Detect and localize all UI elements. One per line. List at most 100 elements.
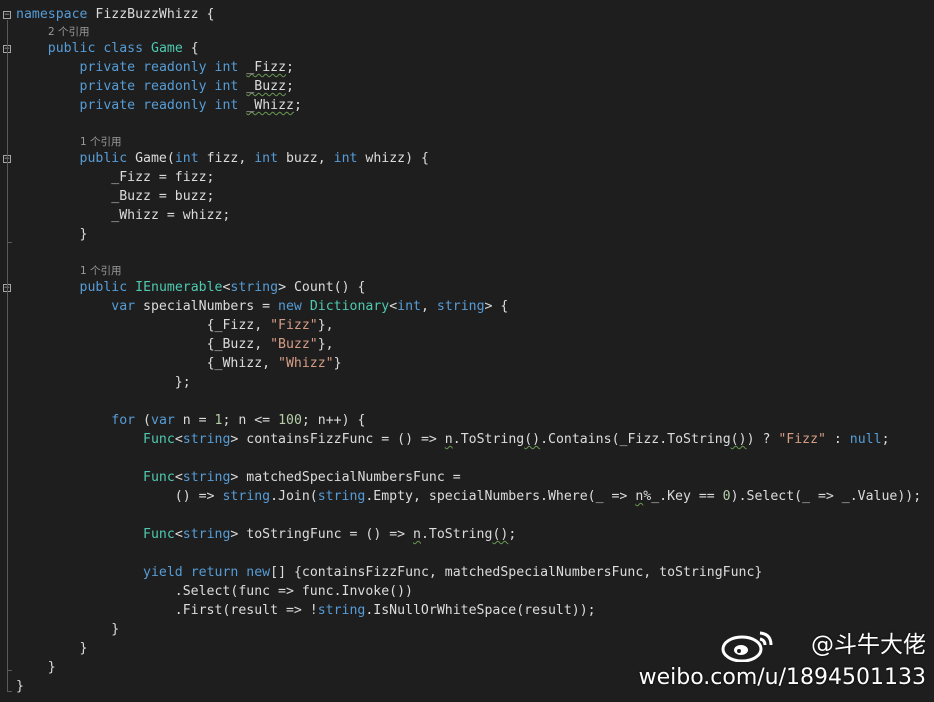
entry-key: {_Whizz, bbox=[206, 356, 279, 371]
keyword-string: string bbox=[317, 603, 366, 618]
keyword-readonly: readonly bbox=[143, 79, 207, 94]
code-lens-references[interactable]: 2 个引用 bbox=[48, 25, 90, 39]
brace: }, bbox=[317, 337, 334, 352]
variable-matched-func: matchedSpecialNumbersFunc = bbox=[238, 470, 461, 485]
code-line-matched-func-decl[interactable]: Func<string> matchedSpecialNumbersFunc = bbox=[16, 468, 461, 487]
keyword-string: string bbox=[182, 432, 231, 447]
code-lens-references[interactable]: 1 个引用 bbox=[80, 135, 122, 149]
brace: } bbox=[47, 660, 56, 675]
code-line-namespace[interactable]: namespace FizzBuzzWhizz { bbox=[16, 5, 215, 24]
parens: () bbox=[524, 432, 541, 447]
method-name-count: > Count() { bbox=[278, 280, 366, 295]
code-line-assign-fizz[interactable]: _Fizz = fizz; bbox=[16, 168, 214, 187]
loop-var: n = bbox=[174, 413, 215, 428]
param-buzz: buzz, bbox=[278, 151, 334, 166]
method-first: .First(result => ! bbox=[174, 603, 318, 618]
code-line-assign-buzz[interactable]: _Buzz = buzz; bbox=[16, 187, 214, 206]
weibo-url: weibo.com/u/1894501133 bbox=[638, 665, 926, 690]
parens: () bbox=[492, 527, 509, 542]
keyword-int: int bbox=[214, 98, 239, 113]
brace: > { bbox=[484, 299, 509, 314]
variable-tostring-func: toStringFunc = () => bbox=[238, 527, 414, 542]
code-line-class-declaration[interactable]: public class Game { bbox=[16, 39, 199, 58]
code-line-tostring-func[interactable]: Func<string> toStringFunc = () => n.ToSt… bbox=[16, 525, 516, 544]
code-line-select-invoke[interactable]: .Select(func => func.Invoke()) bbox=[16, 582, 413, 601]
code-line-close-brace[interactable]: } bbox=[16, 620, 119, 639]
method-select: ).Select(_ => _.Value)); bbox=[730, 489, 922, 504]
fold-end-marker bbox=[7, 242, 12, 243]
string-literal: "Fizz" bbox=[270, 318, 318, 333]
keyword-yield: yield bbox=[143, 565, 183, 580]
method-tostring: .ToString bbox=[420, 527, 493, 542]
code-line-matched-func-body[interactable]: () => string.Join(string.Empty, specialN… bbox=[16, 487, 921, 506]
namespace-name: FizzBuzzWhizz { bbox=[87, 7, 215, 22]
code-line-close-brace[interactable]: } bbox=[16, 639, 88, 658]
angle-bracket: < bbox=[174, 470, 183, 485]
loop-var-n: n bbox=[413, 527, 421, 542]
keyword-namespace: namespace bbox=[16, 7, 88, 22]
ternary-operator: ) ? bbox=[746, 432, 779, 447]
number-literal: 0 bbox=[722, 489, 731, 504]
code-line-close-brace[interactable]: } bbox=[16, 225, 88, 244]
editor-gutter: − − − − bbox=[0, 0, 16, 702]
weibo-watermark: @斗牛大佬 weibo.com/u/1894501133 bbox=[606, 630, 926, 696]
field-fizz: _Fizz bbox=[246, 60, 287, 75]
code-editor[interactable]: − − − − namespace FizzBuzzWhizz { 2 个引用 … bbox=[0, 0, 934, 702]
angle-bracket: < bbox=[389, 299, 398, 314]
code-line-entry-whizz[interactable]: {_Whizz, "Whizz"} bbox=[16, 354, 342, 373]
method-select: .Select(func => func.Invoke()) bbox=[174, 584, 413, 599]
code-line-contains-fizz-func[interactable]: Func<string> containsFizzFunc = () => n.… bbox=[16, 430, 889, 449]
constructor-name: Game( bbox=[127, 151, 175, 166]
code-line-entry-fizz[interactable]: {_Fizz, "Fizz"}, bbox=[16, 316, 334, 335]
field-buzz: _Buzz bbox=[246, 79, 287, 94]
type-func: Func bbox=[143, 432, 175, 447]
code-line-assign-whizz[interactable]: _Whizz = whizz; bbox=[16, 206, 230, 225]
keyword-int: int bbox=[214, 60, 239, 75]
class-name-game: Game bbox=[151, 41, 183, 56]
semicolon: ; bbox=[286, 60, 294, 75]
keyword-for: for bbox=[111, 413, 136, 428]
code-line-field-whizz[interactable]: private readonly int _Whizz; bbox=[16, 96, 302, 115]
type-ienumerable: IEnumerable bbox=[135, 280, 223, 295]
brace: } bbox=[16, 679, 24, 694]
variable-special-numbers: specialNumbers = bbox=[135, 299, 279, 314]
keyword-return: return bbox=[190, 565, 239, 580]
number-literal: 100 bbox=[278, 413, 302, 428]
method-contains: .Contains(_Fizz.ToString bbox=[540, 432, 731, 447]
semicolon: ; bbox=[508, 527, 517, 542]
code-line-constructor[interactable]: public Game(int fizz, int buzz, int whiz… bbox=[16, 149, 429, 168]
string-literal: "Fizz" bbox=[778, 432, 826, 447]
code-line-field-fizz[interactable]: private readonly int _Fizz; bbox=[16, 58, 294, 77]
method-isnullorwhitespace: .IsNullOrWhiteSpace(result)); bbox=[365, 603, 596, 618]
loop-increment: ; n++) { bbox=[301, 413, 366, 428]
loop-var-n: n bbox=[444, 432, 453, 447]
keyword-string: string bbox=[230, 280, 279, 295]
fold-collapse-icon[interactable]: − bbox=[3, 11, 11, 20]
string-literal: "Whizz" bbox=[278, 356, 334, 371]
parens: () bbox=[730, 432, 747, 447]
paren: ( bbox=[135, 413, 151, 428]
code-lens-references[interactable]: 1 个引用 bbox=[80, 264, 122, 278]
code-line-field-buzz[interactable]: private readonly int _Buzz; bbox=[16, 77, 294, 96]
keyword-int: int bbox=[214, 79, 239, 94]
code-line-first[interactable]: .First(result => !string.IsNullOrWhiteSp… bbox=[16, 601, 596, 620]
code-line-yield-return[interactable]: yield return new[] {containsFizzFunc, ma… bbox=[16, 563, 762, 582]
keyword-int: int bbox=[397, 299, 421, 314]
entry-key: {_Buzz, bbox=[206, 337, 271, 352]
code-line-entry-buzz[interactable]: {_Buzz, "Buzz"}, bbox=[16, 335, 334, 354]
code-line-count-method[interactable]: public IEnumerable<string> Count() { bbox=[16, 278, 366, 297]
code-line-close-brace[interactable]: } bbox=[16, 677, 24, 696]
keyword-var: var bbox=[111, 299, 136, 314]
fold-end-marker bbox=[7, 691, 12, 692]
keyword-readonly: readonly bbox=[143, 60, 207, 75]
keyword-null: null bbox=[849, 432, 882, 447]
keyword-int: int bbox=[174, 151, 199, 166]
code-line-close-brace[interactable]: } bbox=[16, 658, 56, 677]
angle-bracket: < bbox=[174, 432, 183, 447]
keyword-new: new bbox=[278, 299, 302, 314]
brace: { bbox=[182, 41, 199, 56]
code-line-dictionary-decl[interactable]: var specialNumbers = new Dictionary<int,… bbox=[16, 297, 508, 316]
code-line-dictionary-close[interactable]: }; bbox=[16, 373, 191, 392]
field-whizz: _Whizz bbox=[246, 98, 294, 113]
code-line-for-loop[interactable]: for (var n = 1; n <= 100; n++) { bbox=[16, 411, 365, 430]
